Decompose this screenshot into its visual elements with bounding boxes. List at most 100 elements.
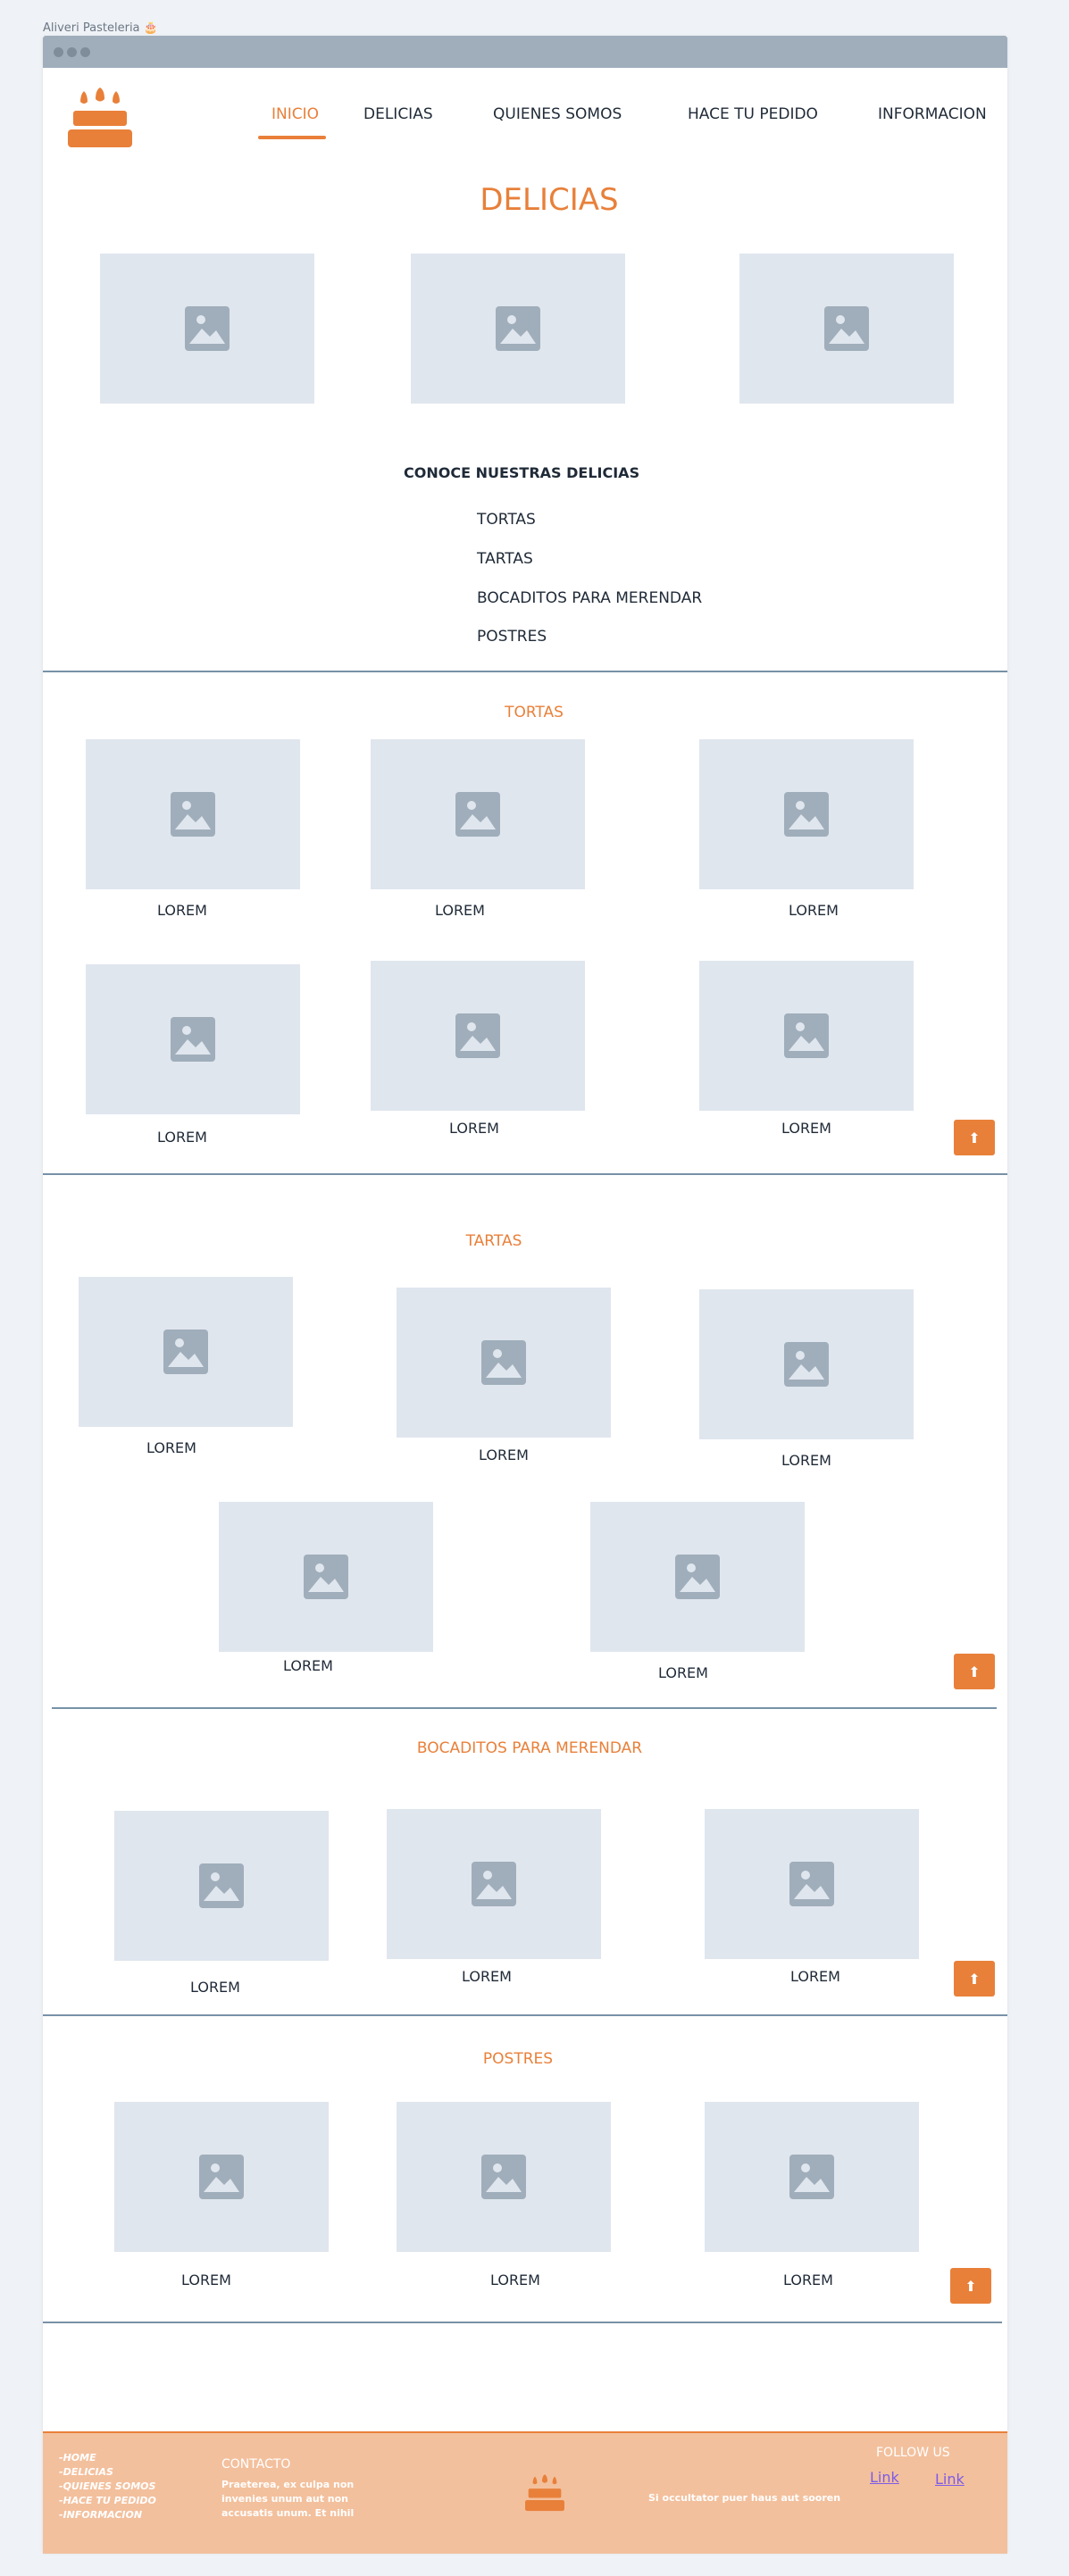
back-to-top-button[interactable]: ⬆ — [954, 1120, 995, 1155]
arrow-up-icon: ⬆ — [968, 1970, 981, 1988]
image-placeholder — [705, 1809, 919, 1959]
item-caption: LOREM — [781, 1452, 831, 1469]
image-placeholder — [371, 739, 585, 889]
back-to-top-button[interactable]: ⬆ — [950, 2268, 991, 2304]
nav-hace-tu-pedido[interactable]: HACE TU PEDIDO — [688, 105, 818, 123]
window-dot-minimize[interactable] — [67, 47, 77, 57]
arrow-up-icon: ⬆ — [968, 1129, 981, 1146]
item-caption: LOREM — [783, 2272, 833, 2288]
image-icon — [824, 306, 869, 351]
category-link-tartas[interactable]: TARTAS — [477, 550, 533, 568]
image-icon — [171, 792, 215, 837]
category-link-postres[interactable]: POSTRES — [477, 628, 547, 646]
image-placeholder — [411, 254, 625, 404]
item-caption: LOREM — [181, 2272, 231, 2288]
image-icon — [784, 1342, 829, 1387]
section-divider — [52, 1707, 997, 1709]
footer-nav-quienes-somos[interactable]: -QUIENES SOMOS — [59, 2480, 156, 2494]
image-icon — [199, 2155, 244, 2199]
image-icon — [789, 1862, 834, 1906]
image-icon — [472, 1862, 516, 1906]
item-caption: LOREM — [146, 1439, 196, 1456]
image-icon — [304, 1555, 348, 1599]
back-to-top-button[interactable]: ⬆ — [954, 1654, 995, 1689]
image-icon — [675, 1555, 720, 1599]
footer-social-link[interactable]: Link — [935, 2471, 965, 2488]
section-title-tartas: TARTAS — [465, 1232, 522, 1250]
section-divider — [43, 671, 1007, 672]
footer-nav-delicias[interactable]: -DELICIAS — [59, 2465, 156, 2480]
footer-social-link[interactable]: Link — [870, 2469, 899, 2486]
image-placeholder — [699, 961, 914, 1111]
footer-contact-title: CONTACTO — [221, 2457, 291, 2472]
image-placeholder — [114, 2102, 329, 2252]
image-placeholder — [86, 964, 300, 1114]
item-caption: LOREM — [490, 2272, 540, 2288]
image-placeholder — [699, 739, 914, 889]
nav-inicio[interactable]: INICIO — [271, 105, 319, 123]
image-icon — [163, 1330, 208, 1374]
image-placeholder — [114, 1811, 329, 1961]
image-placeholder — [397, 2102, 611, 2252]
nav-informacion[interactable]: INFORMACION — [878, 105, 987, 123]
image-icon — [481, 1340, 526, 1385]
item-caption: LOREM — [157, 1129, 207, 1146]
item-caption: LOREM — [781, 1120, 831, 1137]
image-placeholder — [79, 1277, 293, 1427]
footer-contact-line: invenies unum aut non — [221, 2493, 349, 2505]
section-title-tortas: TORTAS — [505, 704, 564, 721]
section-divider — [43, 1173, 1007, 1175]
footer-nav: -HOME -DELICIAS -QUIENES SOMOS -HACE TU … — [59, 2451, 156, 2522]
footer: -HOME -DELICIAS -QUIENES SOMOS -HACE TU … — [43, 2431, 1007, 2554]
item-caption: LOREM — [157, 902, 207, 919]
footer-nav-informacion[interactable]: -INFORMACION — [59, 2508, 156, 2522]
image-placeholder — [371, 961, 585, 1111]
window-dot-maximize[interactable] — [80, 47, 90, 57]
footer-nav-hace-tu-pedido[interactable]: -HACE TU PEDIDO — [59, 2494, 156, 2508]
item-caption: LOREM — [449, 1120, 499, 1137]
section-divider — [43, 2322, 1002, 2323]
nav-active-underline — [258, 136, 326, 139]
window-dot-close[interactable] — [54, 47, 63, 57]
image-icon — [455, 1013, 500, 1058]
image-placeholder — [100, 254, 314, 404]
footer-nav-home[interactable]: -HOME — [59, 2451, 156, 2465]
item-caption: LOREM — [435, 902, 485, 919]
category-link-tortas[interactable]: TORTAS — [477, 511, 536, 529]
item-caption: LOREM — [789, 902, 839, 919]
item-caption: LOREM — [479, 1446, 529, 1463]
arrow-up-icon: ⬆ — [968, 1663, 981, 1680]
back-to-top-button[interactable]: ⬆ — [954, 1961, 995, 1997]
footer-tagline: Si occultator puer haus aut sooren — [648, 2492, 841, 2504]
image-icon — [455, 792, 500, 837]
item-caption: LOREM — [283, 1657, 333, 1674]
image-icon — [784, 1013, 829, 1058]
image-placeholder — [397, 1288, 611, 1438]
image-placeholder — [86, 739, 300, 889]
item-caption: LOREM — [658, 1664, 708, 1681]
image-placeholder — [590, 1502, 805, 1652]
item-caption: LOREM — [190, 1979, 240, 1996]
image-placeholder — [699, 1289, 914, 1439]
footer-contact-body: Praeterea, ex culpa non invenies unum au… — [221, 2478, 354, 2521]
footer-follow-title: FOLLOW US — [876, 2446, 950, 2460]
cake-logo-icon — [525, 2474, 564, 2512]
nav-delicias[interactable]: DELICIAS — [363, 105, 433, 123]
image-icon — [481, 2155, 526, 2199]
browser-window: INICIO DELICIAS QUIENES SOMOS HACE TU PE… — [43, 36, 1007, 2554]
section-title-bocaditos: BOCADITOS PARA MERENDAR — [416, 1739, 643, 1757]
image-icon — [496, 306, 540, 351]
image-icon — [789, 2155, 834, 2199]
app-title: Aliveri Pasteleria 🎂 — [43, 21, 158, 35]
item-caption: LOREM — [790, 1968, 840, 1985]
image-placeholder — [219, 1502, 433, 1652]
image-icon — [171, 1017, 215, 1062]
section-divider — [43, 2014, 1007, 2016]
image-placeholder — [705, 2102, 919, 2252]
image-icon — [784, 792, 829, 837]
window-titlebar — [43, 36, 1007, 68]
category-link-bocaditos[interactable]: BOCADITOS PARA MERENDAR — [477, 589, 702, 607]
image-icon — [199, 1863, 244, 1908]
cake-logo-icon[interactable] — [68, 88, 132, 148]
nav-quienes-somos[interactable]: QUIENES SOMOS — [493, 105, 622, 123]
